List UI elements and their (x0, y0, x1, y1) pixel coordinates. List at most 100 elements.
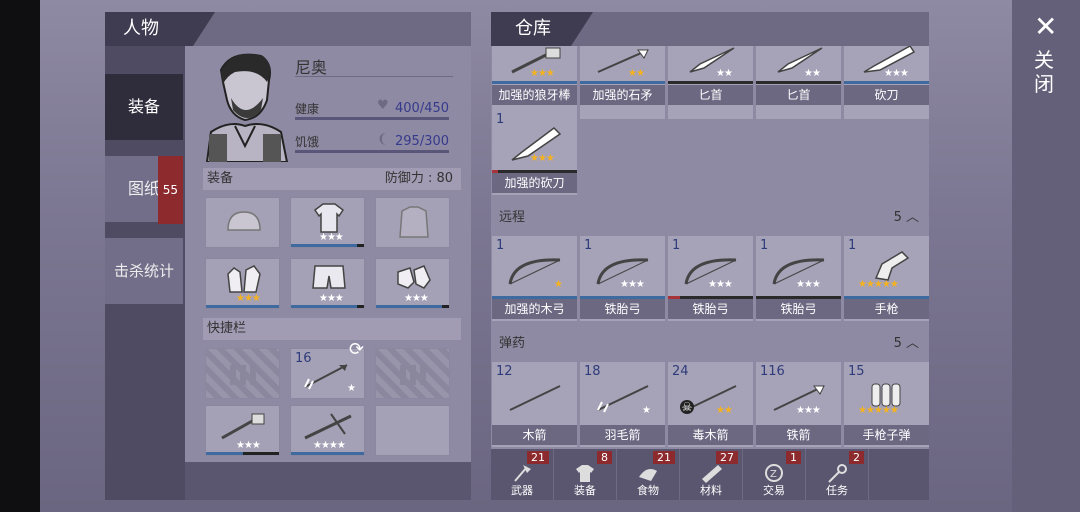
category-label: 食物 (637, 484, 659, 497)
item-label: 匕首 (756, 85, 841, 105)
item-stone-spear-plus[interactable]: ★★ 加强的石矛 (580, 46, 665, 119)
close-label[interactable]: 关闭 (1034, 48, 1058, 96)
quickbar-slot-2[interactable]: 16 ★ ⟳ (290, 339, 365, 399)
durability-bar (492, 81, 577, 84)
item-iron-bow-3[interactable]: 1 ★★★ 铁胎弓 (756, 236, 841, 321)
planks-icon (702, 465, 722, 483)
quickbar-slot-4[interactable]: ★★★ (205, 405, 280, 456)
gloves-slot[interactable]: ★★★ (205, 258, 280, 309)
item-machete-plus[interactable]: 1 ★★★ 加强的砍刀 (492, 110, 577, 195)
character-area: 尼奥 健康 ♥ 400/450 饥饿 ❨ 295/300 装备 防御力 : 80… (185, 46, 471, 462)
arrow-icon (509, 385, 561, 411)
swap-icon[interactable]: ⟳ (349, 339, 364, 360)
svg-text:Z: Z (770, 469, 777, 480)
item-quantity: 15 (848, 364, 865, 379)
key-icon (828, 464, 847, 483)
item-stars: ★★ (804, 68, 821, 79)
tab-equipment-label: 装备 (127, 97, 160, 116)
equipment-title: 装备 (207, 171, 234, 186)
item-poison-arrow[interactable]: 24 ☠ ★★ 毒木箭 (668, 362, 753, 447)
item-pistol[interactable]: 1 ★★★★★ 手枪 (844, 236, 929, 321)
category-tab-weapons[interactable]: 21 武器 (491, 449, 554, 500)
character-bottom-bar (185, 462, 471, 500)
item-iron-bow-2[interactable]: 1 ★★★ 铁胎弓 (668, 236, 753, 321)
ammo-placeholder-icon (230, 365, 256, 385)
quickbar-slot-6[interactable] (375, 405, 450, 456)
category-count: 8 (597, 451, 612, 464)
tab-blueprints[interactable]: 图纸 55 (105, 156, 183, 224)
slot-stars: ★★★★ (313, 440, 346, 451)
durability-bar (291, 305, 364, 308)
item-stars: ★★★ (708, 279, 733, 290)
item-dagger-2[interactable]: ★★ 匕首 (756, 46, 841, 119)
item-iron-bow-1[interactable]: 1 ★★★ 铁胎弓 (580, 236, 665, 321)
tab-equipment[interactable]: 装备 (105, 74, 183, 140)
ranged-collapse-toggle[interactable]: 5 ︿ (894, 206, 919, 225)
shirt-icon (313, 203, 345, 233)
item-label: 加强的石矛 (580, 85, 665, 105)
close-panel[interactable]: ✕ 关闭 (1012, 0, 1080, 512)
ammo-placeholder-icon (400, 365, 426, 385)
item-quantity: 1 (760, 238, 769, 253)
item-quantity: 12 (496, 364, 513, 379)
tab-kill-stats[interactable]: 击杀统计 (105, 238, 183, 304)
defense-label: 防御力 : 80 (384, 171, 453, 186)
item-stars: ★★★ (620, 279, 645, 290)
coat-slot[interactable] (375, 197, 450, 248)
item-dagger-1[interactable]: ★★ 匕首 (668, 46, 753, 119)
item-stars: ★★★ (796, 279, 821, 290)
item-label: 铁胎弓 (580, 299, 665, 319)
blueprints-count-badge: 55 (157, 156, 183, 224)
item-quantity: 24 (672, 364, 689, 379)
helmet-slot[interactable] (205, 197, 280, 248)
category-label: 装备 (574, 484, 596, 497)
heart-icon: ♥ (377, 98, 389, 113)
tab-blueprints-label: 图纸 (127, 179, 160, 198)
durability-bar (206, 305, 279, 308)
shoes-slot[interactable]: ★★★ (375, 258, 450, 309)
ammo-collapse-toggle[interactable]: 5 ︿ (894, 332, 919, 351)
item-machete[interactable]: ★★★ 砍刀 (844, 46, 929, 119)
category-count: 21 (527, 451, 549, 464)
quickbar-slot-1[interactable] (205, 348, 280, 399)
body-slot[interactable]: ★★★ (290, 197, 365, 248)
slot-stars: ★★★ (236, 440, 261, 451)
item-feather-arrow[interactable]: 18 ★ 羽毛箭 (580, 362, 665, 447)
quickbar-slot-3[interactable] (375, 348, 450, 399)
item-label: 毒木箭 (668, 425, 753, 445)
item-label: 匕首 (668, 85, 753, 105)
quickbar-slot-5[interactable]: ★★★★ (290, 405, 365, 456)
item-spiked-club-plus[interactable]: ★★★ 加强的狼牙棒 (492, 46, 577, 119)
character-header: 人物 (105, 12, 215, 46)
equipment-section-header: 装备 防御力 : 80 (203, 168, 461, 190)
chevron-up-icon: ︿ (905, 336, 919, 351)
chevron-up-icon: ︿ (905, 210, 919, 225)
item-wooden-bow-plus[interactable]: 1 ★ 加强的木弓 (492, 236, 577, 321)
quickbar-section-header: 快捷栏 (203, 318, 461, 340)
item-stars: ★★★★★ (858, 279, 899, 290)
health-bar (295, 117, 449, 120)
close-icon[interactable]: ✕ (1034, 10, 1057, 43)
ammo-count: 5 (893, 336, 902, 351)
category-tab-trade[interactable]: Z 1 交易 (743, 449, 806, 500)
stomach-icon: ❨ (377, 132, 388, 147)
category-tab-quests[interactable]: 2 任务 (806, 449, 869, 500)
shoes-icon (397, 265, 431, 289)
durability-bar (291, 452, 364, 455)
item-stars: ★★★ (884, 68, 909, 79)
health-value: 400/450 (395, 101, 450, 116)
slot-stars: ★ (347, 383, 356, 394)
item-pistol-ammo[interactable]: 15 ★★★★★ 手枪子弹 (844, 362, 929, 447)
item-iron-arrow[interactable]: 116 ★★★ 铁箭 (756, 362, 841, 447)
item-label: 羽毛箭 (580, 425, 665, 445)
item-quantity: 1 (672, 238, 681, 253)
category-tab-materials[interactable]: 27 材料 (680, 449, 743, 500)
category-tab-food[interactable]: 21 食物 (617, 449, 680, 500)
item-wooden-arrow[interactable]: 12 木箭 (492, 362, 577, 447)
category-tab-gear[interactable]: 8 装备 (554, 449, 617, 500)
hunger-label: 饥饿 (295, 135, 320, 149)
character-panel: 人物 装备 图纸 55 击杀统计 尼奥 健康 ♥ 400/450 饥饿 ❨ 29… (105, 12, 471, 500)
pants-slot[interactable]: ★★★ (290, 258, 365, 309)
durability-bar (756, 81, 841, 84)
item-label: 加强的砍刀 (492, 173, 577, 193)
